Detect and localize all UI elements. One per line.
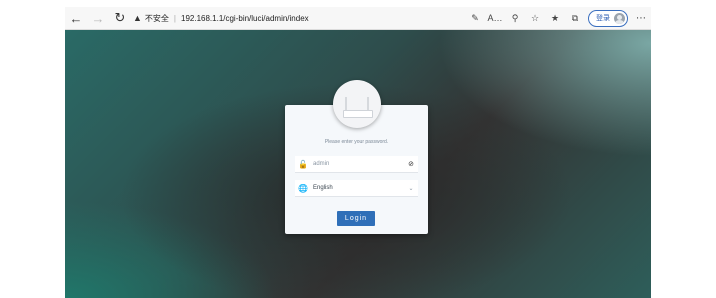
signin-button[interactable]: 登录 (588, 9, 628, 27)
add-favorite-icon[interactable]: ☆ (525, 8, 545, 28)
router-antenna-right (367, 97, 369, 111)
security-label: 不安全 (144, 13, 169, 23)
signin-label: 登录 (596, 15, 610, 22)
language-select[interactable]: 🌐 English ⌄ (295, 180, 418, 197)
password-field[interactable]: 🔓 admin ⊘ (295, 156, 418, 173)
password-hint: Please enter your password. (324, 139, 389, 145)
avatar (614, 12, 625, 24)
address-bar[interactable]: ▲ 不安全 | 192.168.1.1/cgi-bin/luci/admin/i… (133, 8, 309, 28)
back-icon[interactable]: ← (65, 8, 87, 28)
warning-icon: ▲ (133, 13, 142, 23)
router-antenna-left (345, 97, 347, 111)
language-value: English (313, 185, 333, 191)
pen-icon[interactable]: ✎ (465, 8, 485, 28)
browser-toolbar: ← → ↻ ▲ 不安全 | 192.168.1.1/cgi-bin/luci/a… (65, 7, 651, 30)
chevron-down-icon: ⌄ (408, 185, 414, 192)
router-icon (343, 110, 373, 118)
lock-icon: 🔓 (298, 159, 308, 169)
password-input[interactable]: admin (311, 161, 404, 167)
address-separator: | (173, 13, 176, 23)
collections-icon[interactable]: ⧉ (565, 8, 585, 28)
eye-off-icon[interactable]: ⊘ (404, 160, 418, 168)
forward-icon[interactable]: → (87, 8, 109, 28)
favorites-icon[interactable]: ★ (545, 8, 565, 28)
zoom-icon[interactable]: ⚲ (505, 8, 525, 28)
read-aloud-icon[interactable]: A… (485, 8, 505, 28)
url-text: 192.168.1.1/cgi-bin/luci/admin/index (181, 13, 309, 23)
refresh-icon[interactable]: ↻ (109, 8, 131, 28)
globe-icon: 🌐 (298, 183, 308, 193)
login-button[interactable]: Login (337, 211, 375, 226)
router-logo (333, 80, 381, 128)
more-menu-icon[interactable]: ⋯ (631, 13, 651, 24)
